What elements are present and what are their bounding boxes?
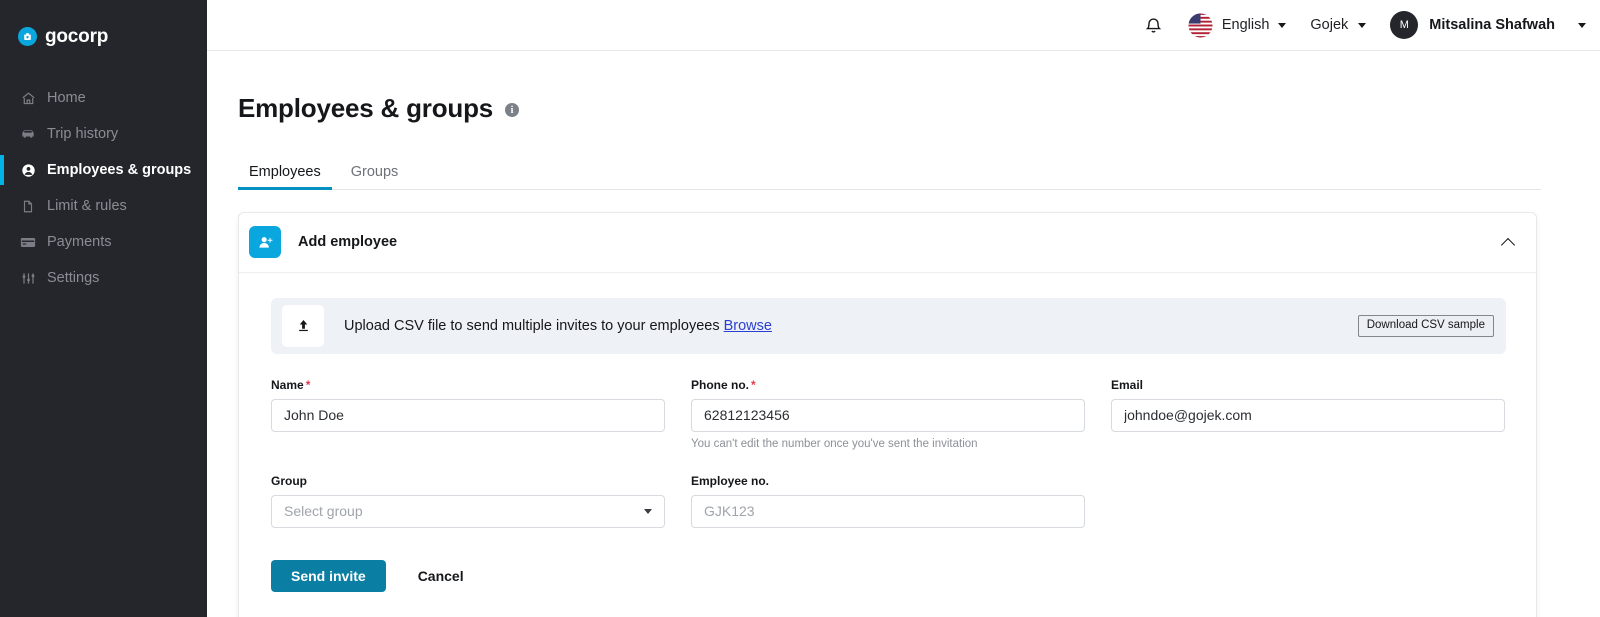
csv-banner-message: Upload CSV file to send multiple invites… [344,317,720,334]
card-header[interactable]: Add employee [239,213,1536,273]
car-icon [20,126,36,142]
field-name: Name * [271,378,665,450]
field-email: Email [1111,378,1505,450]
topbar: English Gojek M Mitsalina Shafwah [207,0,1600,51]
required-mark: * [305,377,311,392]
add-employee-card: Add employee Upload CSV file to send mul… [238,211,1537,617]
user-name: Mitsalina Shafwah [1429,17,1555,33]
sidebar-item-label: Settings [47,270,100,286]
chevron-down-icon [1278,22,1287,28]
tab-bar: Employees Groups [238,164,1541,190]
form-row-1: Name* Phone no.* You can't edit the numb… [271,378,1506,450]
chevron-up-icon[interactable] [1502,238,1515,246]
csv-banner-text: Upload CSV file to send multiple invites… [344,318,772,334]
home-icon [20,90,36,106]
employee-no-label: Employee no. [691,473,770,488]
card-title: Add employee [298,234,398,251]
organization-label: Gojek [1310,17,1349,33]
card-body: Upload CSV file to send multiple invites… [239,273,1536,617]
app-root: gocorp Home Trip history Employees & gro… [0,0,1600,617]
field-group: Group Select group [271,474,665,528]
name-label-text: Name [271,377,304,392]
sidebar: gocorp Home Trip history Employees & gro… [0,0,207,617]
user-menu[interactable]: M Mitsalina Shafwah [1390,11,1586,39]
sidebar-item-employees-groups[interactable]: Employees & groups [0,152,207,188]
sidebar-item-label: Payments [47,234,112,250]
brand-name: gocorp [45,26,109,47]
group-select-wrap: Select group [271,494,665,528]
group-label: Group [271,473,307,488]
group-select[interactable]: Select group [271,494,665,528]
brand-logo[interactable]: gocorp [0,0,207,56]
employee-no-input[interactable] [691,494,1085,528]
field-spacer [1111,474,1505,528]
field-phone: Phone no.* You can't edit the number onc… [691,378,1085,450]
user-circle-icon [20,162,36,178]
phone-label-text: Phone no. [691,377,749,392]
sidebar-item-home[interactable]: Home [0,80,207,116]
main-area: English Gojek M Mitsalina Shafwah Employ… [207,0,1600,617]
info-icon[interactable]: i [505,103,520,118]
credit-card-icon [20,234,36,250]
csv-upload-banner: Upload CSV file to send multiple invites… [271,297,1506,354]
download-csv-sample-button[interactable]: Download CSV sample [1357,314,1494,337]
us-flag-icon [1187,12,1213,38]
sidebar-item-label: Trip history [47,126,119,142]
phone-input[interactable] [691,398,1085,432]
send-invite-button[interactable]: Send invite [271,559,386,592]
required-mark: * [751,377,756,392]
sidebar-item-label: Home [47,90,86,106]
name-input[interactable] [271,398,665,432]
form-row-2: Group Select group Employee no. [271,474,1506,528]
page-title: Employees & groups [238,93,494,124]
document-icon [20,198,36,214]
upload-icon[interactable] [282,304,324,347]
phone-hint: You can't edit the number once you've se… [691,437,978,450]
sidebar-nav: Home Trip history Employees & groups Lim… [0,80,207,296]
chevron-down-icon [1578,22,1586,28]
gocorp-badge-icon [18,27,37,46]
sidebar-item-limit-rules[interactable]: Limit & rules [0,188,207,224]
sidebar-item-label: Limit & rules [47,198,127,214]
page-header: Employees & groups i [238,51,1540,142]
organization-selector[interactable]: Gojek [1310,17,1367,33]
sidebar-item-trip-history[interactable]: Trip history [0,116,207,152]
name-label: Name * [271,378,665,392]
sidebar-item-label: Employees & groups [47,162,192,178]
tab-groups[interactable]: Groups [340,164,410,189]
sidebar-item-payments[interactable]: Payments [0,224,207,260]
form-actions: Send invite Cancel [271,559,1506,592]
email-label: Email [1111,377,1144,392]
language-selector[interactable]: English [1187,12,1287,38]
cancel-button[interactable]: Cancel [412,567,470,585]
language-label: English [1221,17,1270,33]
bell-icon[interactable] [1145,16,1162,35]
sidebar-item-settings[interactable]: Settings [0,260,207,296]
add-employee-icon [249,226,281,259]
field-employee-no: Employee no. [691,474,1085,528]
content: Employees & groups i Employees Groups Ad… [207,51,1600,617]
email-input[interactable] [1111,398,1505,432]
phone-label: Phone no. * [691,378,1085,392]
chevron-down-icon [1358,22,1367,28]
tab-employees[interactable]: Employees [238,164,332,190]
avatar: M [1390,11,1419,39]
sliders-icon [20,270,36,286]
browse-link[interactable]: Browse [724,318,772,334]
